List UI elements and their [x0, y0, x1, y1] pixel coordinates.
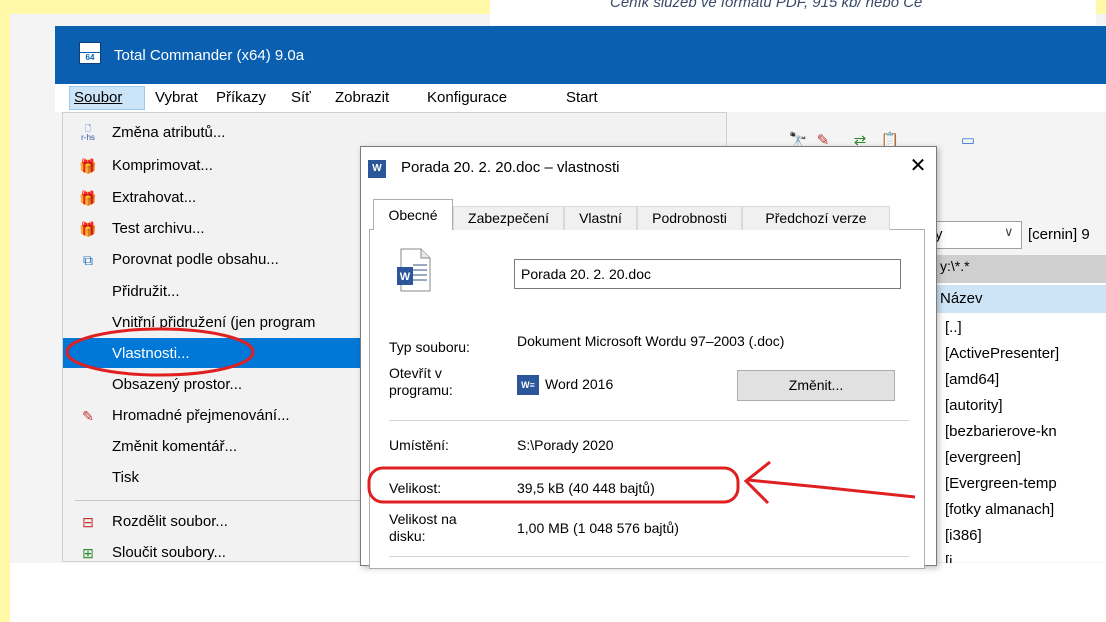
annotation-arrow-line	[747, 478, 916, 499]
tab-general[interactable]: Obecné	[373, 199, 453, 230]
annotation-box-size	[367, 466, 740, 504]
annotation-circle-properties	[65, 327, 255, 377]
annotation-overlay	[65, 327, 916, 505]
